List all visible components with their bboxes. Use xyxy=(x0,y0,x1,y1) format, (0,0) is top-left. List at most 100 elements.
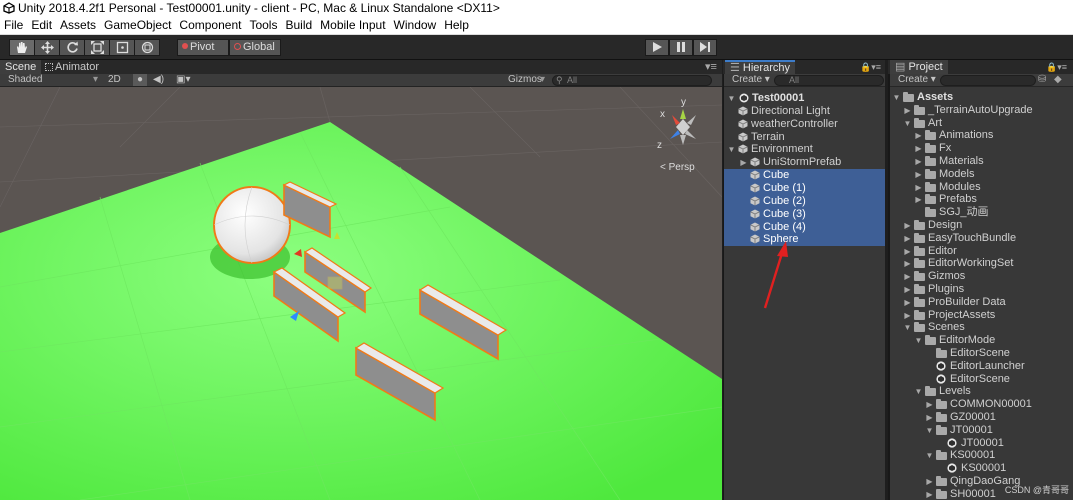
projection-toggle[interactable]: < Persp xyxy=(660,162,695,173)
hierarchy-item[interactable]: Sphere xyxy=(724,233,885,247)
menu-tools[interactable]: Tools xyxy=(245,17,281,34)
project-folder[interactable]: ▶ Prefabs xyxy=(890,193,1073,206)
scene-search-input[interactable]: All xyxy=(552,75,712,86)
project-folder[interactable]: ▼ Levels xyxy=(890,385,1073,398)
gizmos-dropdown[interactable]: Gizmos xyxy=(508,74,542,86)
hand-tool-button[interactable] xyxy=(9,39,35,56)
tab-scene[interactable]: Scene xyxy=(0,60,42,74)
collapse-arrow-icon[interactable]: ▶ xyxy=(914,181,923,194)
project-lock-icon[interactable]: 🔒▾≡ xyxy=(1041,60,1072,74)
menu-mobile-input[interactable]: Mobile Input xyxy=(316,17,389,34)
rect-tool-button[interactable] xyxy=(109,39,135,56)
collapse-arrow-icon[interactable]: ▶ xyxy=(914,155,923,168)
project-folder[interactable]: ▼ KS00001 xyxy=(890,449,1073,462)
project-folder[interactable]: ▶ COMMON00001 xyxy=(890,398,1073,411)
collapse-arrow-icon[interactable]: ▶ xyxy=(925,398,934,411)
collapse-arrow-icon[interactable]: ▶ xyxy=(739,156,748,169)
play-button[interactable] xyxy=(645,39,669,56)
menu-file[interactable]: File xyxy=(0,17,27,34)
project-folder[interactable]: ▶ Design xyxy=(890,219,1073,232)
tab-project[interactable]: ▤ Project xyxy=(890,60,948,74)
tab-animator[interactable]: Animator xyxy=(40,60,104,74)
project-folder[interactable]: SGJ_动画 xyxy=(890,206,1073,219)
project-scene-file[interactable]: EditorLauncher xyxy=(890,360,1073,373)
collapse-arrow-icon[interactable]: ▶ xyxy=(925,475,934,488)
scale-tool-button[interactable] xyxy=(84,39,110,56)
hierarchy-item[interactable]: ▶ UniStormPrefab xyxy=(724,156,885,169)
project-folder[interactable]: ▶ Editor xyxy=(890,245,1073,258)
menu-help[interactable]: Help xyxy=(440,17,473,34)
expand-arrow-icon[interactable]: ▼ xyxy=(914,334,923,347)
hierarchy-search-input[interactable]: All xyxy=(774,75,884,86)
project-folder[interactable]: ▶ Gizmos xyxy=(890,270,1073,283)
project-create-dropdown[interactable]: Create ▾ xyxy=(898,74,936,86)
move-tool-button[interactable] xyxy=(34,39,60,56)
menu-component[interactable]: Component xyxy=(175,17,245,34)
hierarchy-item[interactable]: ▼ Environment xyxy=(724,143,885,156)
shading-mode-dropdown[interactable]: Shaded xyxy=(8,74,42,86)
collapse-arrow-icon[interactable]: ▶ xyxy=(914,168,923,181)
hierarchy-item[interactable]: Cube (2) xyxy=(724,194,885,208)
project-scene-file[interactable]: KS00001 xyxy=(890,462,1073,475)
hierarchy-item[interactable]: Cube (4) xyxy=(724,220,885,234)
menu-build[interactable]: Build xyxy=(281,17,316,34)
collapse-arrow-icon[interactable]: ▶ xyxy=(903,296,912,309)
menu-window[interactable]: Window xyxy=(390,17,441,34)
collapse-arrow-icon[interactable]: ▶ xyxy=(903,232,912,245)
project-folder[interactable]: ▶ Plugins xyxy=(890,283,1073,296)
project-folder[interactable]: ▶ EditorWorkingSet xyxy=(890,257,1073,270)
menu-edit[interactable]: Edit xyxy=(27,17,56,34)
lighting-toggle-icon[interactable]: ● xyxy=(133,74,147,86)
project-folder[interactable]: ▶ Fx xyxy=(890,142,1073,155)
mode-2d-toggle[interactable]: 2D xyxy=(108,74,121,86)
project-folder[interactable]: ▼ Art xyxy=(890,117,1073,130)
scene-panel-menu-icon[interactable]: ▾≡ xyxy=(700,60,722,74)
expand-arrow-icon[interactable]: ▼ xyxy=(727,143,736,156)
expand-arrow-icon[interactable]: ▼ xyxy=(903,117,912,130)
hierarchy-item[interactable]: Terrain xyxy=(724,131,885,144)
collapse-arrow-icon[interactable]: ▶ xyxy=(903,219,912,232)
expand-arrow-icon[interactable]: ▼ xyxy=(925,424,934,437)
hierarchy-scene-row[interactable]: ▼ Test00001 xyxy=(724,92,885,105)
audio-toggle-icon[interactable]: ◀) xyxy=(153,74,164,86)
expand-arrow-icon[interactable]: ▼ xyxy=(925,449,934,462)
search-by-type-icon[interactable]: ⛁ xyxy=(1038,74,1046,86)
project-folder[interactable]: ▶ ProjectAssets xyxy=(890,309,1073,322)
scene-view[interactable]: y x z < Persp xyxy=(0,87,722,500)
global-toggle-button[interactable]: Global xyxy=(229,39,281,56)
collapse-arrow-icon[interactable]: ▶ xyxy=(914,193,923,206)
project-folder[interactable]: ▶ EasyTouchBundle xyxy=(890,232,1073,245)
project-folder[interactable]: ▶ GZ00001 xyxy=(890,411,1073,424)
pivot-toggle-button[interactable]: Pivot xyxy=(177,39,229,56)
step-button[interactable] xyxy=(693,39,717,56)
scene-expand-arrow-icon[interactable]: ▼ xyxy=(727,92,736,105)
project-folder[interactable]: ▼ EditorMode xyxy=(890,334,1073,347)
project-scene-file[interactable]: JT00001 xyxy=(890,437,1073,450)
project-scene-file[interactable]: EditorScene xyxy=(890,373,1073,386)
project-folder[interactable]: EditorScene xyxy=(890,347,1073,360)
transform-tool-button[interactable] xyxy=(134,39,160,56)
hierarchy-lock-icon[interactable]: 🔒▾≡ xyxy=(855,60,886,74)
pause-button[interactable] xyxy=(669,39,693,56)
collapse-arrow-icon[interactable]: ▶ xyxy=(903,283,912,296)
collapse-arrow-icon[interactable]: ▶ xyxy=(903,257,912,270)
collapse-arrow-icon[interactable]: ▶ xyxy=(903,309,912,322)
hierarchy-item[interactable]: Cube xyxy=(724,169,885,183)
expand-arrow-icon[interactable]: ▼ xyxy=(903,321,912,334)
expand-arrow-icon[interactable]: ▼ xyxy=(914,385,923,398)
collapse-arrow-icon[interactable]: ▶ xyxy=(914,129,923,142)
collapse-arrow-icon[interactable]: ▶ xyxy=(925,488,934,500)
collapse-arrow-icon[interactable]: ▶ xyxy=(925,411,934,424)
project-folder[interactable]: ▶ _TerrainAutoUpgrade xyxy=(890,104,1073,117)
menu-gameobject[interactable]: GameObject xyxy=(100,17,175,34)
effects-toggle-icon[interactable]: ▣▾ xyxy=(176,74,190,86)
collapse-arrow-icon[interactable]: ▶ xyxy=(903,270,912,283)
project-folder[interactable]: ▼ JT00001 xyxy=(890,424,1073,437)
project-folder[interactable]: ▼ Scenes xyxy=(890,321,1073,334)
search-by-label-icon[interactable]: ◆ xyxy=(1054,74,1062,86)
hierarchy-item[interactable]: weatherController xyxy=(724,118,885,131)
collapse-arrow-icon[interactable]: ▶ xyxy=(903,245,912,258)
hierarchy-item[interactable]: Directional Light xyxy=(724,105,885,118)
hierarchy-item[interactable]: Cube (3) xyxy=(724,207,885,221)
project-folder[interactable]: ▶ Materials xyxy=(890,155,1073,168)
